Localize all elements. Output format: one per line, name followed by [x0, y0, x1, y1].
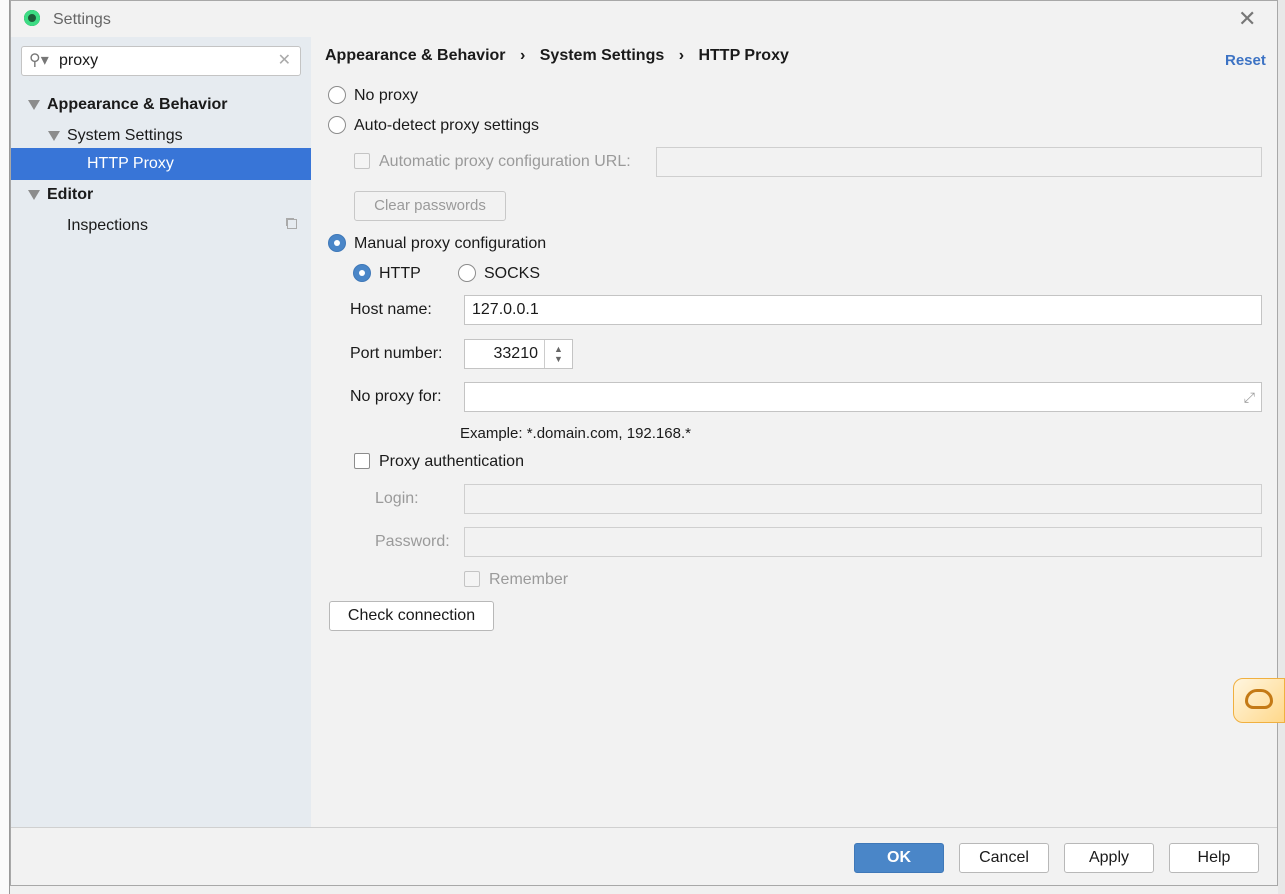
host-name-input[interactable]: 127.0.0.1 — [464, 295, 1262, 325]
port-number-stepper[interactable]: 33210 ▲ ▼ — [464, 339, 573, 369]
password-input[interactable] — [464, 527, 1262, 557]
help-button[interactable]: Help — [1169, 843, 1259, 873]
no-proxy-for-input[interactable]: ⤢ — [464, 382, 1262, 412]
no-proxy-label: No proxy — [354, 87, 419, 104]
tree-item-appearance[interactable]: Appearance & Behavior — [11, 90, 311, 122]
content-panel: Appearance & Behavior › System Settings … — [311, 37, 1277, 827]
sidebar: ⚲▾ proxy ✕ Appearance & Behavior System … — [11, 37, 311, 827]
manual-proxy-label: Manual proxy configuration — [354, 235, 547, 252]
tree-item-label: Appearance & Behavior — [47, 96, 228, 113]
expand-triangle-icon[interactable] — [28, 190, 40, 200]
clear-passwords-button[interactable]: Clear passwords — [354, 191, 506, 221]
background-window-strip-right — [1278, 0, 1285, 894]
search-input[interactable]: ⚲▾ proxy ✕ — [21, 46, 301, 76]
cloud-widget-button[interactable] — [1233, 678, 1285, 723]
cloud-icon — [1245, 689, 1273, 709]
auto-url-input[interactable] — [656, 147, 1262, 177]
login-input[interactable] — [464, 484, 1262, 514]
host-name-label: Host name: — [350, 301, 432, 318]
search-icon: ⚲▾ — [29, 52, 49, 69]
login-label: Login: — [375, 490, 419, 507]
copy-settings-icon — [287, 219, 297, 229]
clear-search-icon[interactable]: ✕ — [278, 47, 291, 75]
expand-triangle-icon[interactable] — [28, 100, 40, 110]
spinner-arrows-icon[interactable]: ▲ ▼ — [544, 340, 572, 368]
breadcrumb-item: HTTP Proxy — [698, 47, 789, 64]
tree-item-label: Editor — [47, 186, 94, 203]
remember-label: Remember — [489, 571, 569, 588]
auto-detect-label: Auto-detect proxy settings — [354, 117, 539, 134]
apply-button[interactable]: Apply — [1064, 843, 1154, 873]
ok-button[interactable]: OK — [854, 843, 944, 873]
no-proxy-for-label: No proxy for: — [350, 388, 442, 405]
manual-proxy-radio[interactable] — [328, 234, 346, 252]
close-icon[interactable]: ✕ — [1238, 6, 1256, 32]
tree-item-label: Inspections — [67, 217, 148, 234]
auto-url-label: Automatic proxy configuration URL: — [379, 153, 631, 170]
breadcrumb-item: System Settings — [539, 47, 665, 64]
android-studio-icon — [24, 10, 40, 26]
dialog-footer: OK Cancel Apply Help — [11, 827, 1277, 885]
proxy-auth-label: Proxy authentication — [379, 453, 524, 470]
title-bar: Settings ✕ — [11, 1, 1277, 37]
remember-checkbox[interactable] — [464, 571, 480, 587]
tree-item-editor[interactable]: Editor — [11, 184, 311, 216]
http-radio[interactable] — [353, 264, 371, 282]
breadcrumb-item: Appearance & Behavior — [325, 47, 506, 64]
socks-label: SOCKS — [484, 265, 541, 282]
tree-item-inspections[interactable]: Inspections — [11, 215, 311, 247]
http-label: HTTP — [379, 265, 421, 282]
proxy-auth-checkbox[interactable] — [354, 453, 370, 469]
chevron-right-icon: › — [519, 47, 526, 64]
expand-icon[interactable]: ⤢ — [1244, 383, 1255, 411]
auto-detect-radio[interactable] — [328, 116, 346, 134]
reset-link[interactable]: Reset — [1225, 52, 1266, 69]
port-number-label: Port number: — [350, 345, 443, 362]
background-window-strip — [0, 0, 10, 894]
window-title: Settings — [53, 11, 111, 28]
search-value: proxy — [59, 52, 99, 69]
tree-item-label: HTTP Proxy — [87, 155, 174, 172]
tree-item-label: System Settings — [67, 127, 183, 144]
expand-triangle-icon[interactable] — [48, 131, 60, 141]
example-hint: Example: *.domain.com, 192.168.* — [460, 425, 691, 442]
settings-dialog: Settings ✕ ⚲▾ proxy ✕ Appearance & Behav… — [10, 0, 1278, 886]
tree-item-http-proxy[interactable]: HTTP Proxy — [11, 148, 311, 180]
port-value: 33210 — [493, 345, 539, 362]
no-proxy-radio[interactable] — [328, 86, 346, 104]
password-label: Password: — [375, 533, 450, 550]
chevron-right-icon: › — [678, 47, 685, 64]
socks-radio[interactable] — [458, 264, 476, 282]
cancel-button[interactable]: Cancel — [959, 843, 1049, 873]
check-connection-button[interactable]: Check connection — [329, 601, 494, 631]
auto-url-checkbox[interactable] — [354, 153, 370, 169]
breadcrumb: Appearance & Behavior › System Settings … — [325, 47, 789, 65]
